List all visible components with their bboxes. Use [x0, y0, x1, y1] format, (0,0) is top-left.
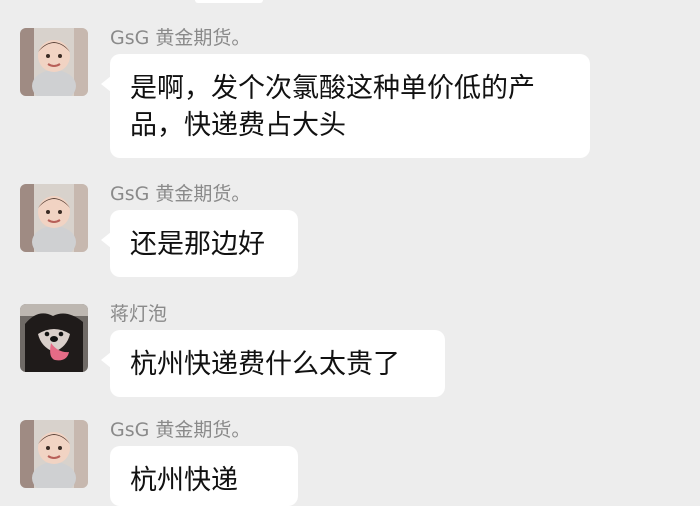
sender-name: GsG 黄金期货。: [110, 183, 251, 205]
baby-photo-avatar[interactable]: [20, 420, 88, 488]
message-bubble[interactable]: 还是那边好: [101, 210, 298, 277]
sender-name: GsG 黄金期货。: [110, 27, 251, 49]
chat-scrollbar[interactable]: [694, 0, 698, 470]
baby-photo-avatar[interactable]: [20, 184, 88, 252]
message-bubble[interactable]: 是啊，发个次氯酸这种单价低的产品，快递费占大头: [101, 54, 590, 158]
sender-name: 蒋灯泡: [110, 303, 168, 325]
chat-message-list[interactable]: GsG 黄金期货。 是啊，发个次氯酸这种单价低的产品，快递费占大头 GsG 黄金…: [0, 0, 700, 506]
dog-photo-avatar[interactable]: [20, 304, 88, 372]
baby-photo-avatar[interactable]: [20, 28, 88, 96]
sender-name: GsG 黄金期货。: [110, 419, 251, 441]
message-bubble[interactable]: 杭州快递: [110, 446, 298, 506]
message-bubble[interactable]: 杭州快递费什么太贵了: [101, 330, 445, 397]
